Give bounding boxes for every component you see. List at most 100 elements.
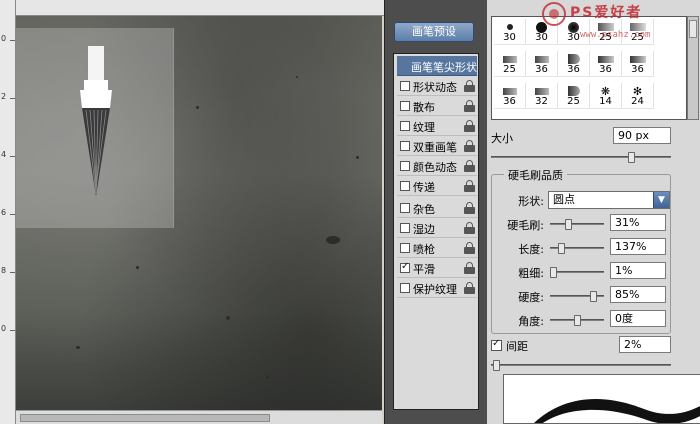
brush-tip-cell[interactable]: 36 <box>526 51 558 77</box>
watermark-text: PS爱好者 <box>570 5 643 21</box>
option-checkbox[interactable] <box>400 261 410 273</box>
brush-tip-cell[interactable]: 25 <box>558 83 590 109</box>
lock-icon[interactable] <box>464 202 475 214</box>
option-checkbox[interactable] <box>400 121 410 131</box>
option-protect-texture[interactable]: 保护纹理 <box>397 278 477 298</box>
slider-knob[interactable] <box>565 219 572 230</box>
option-shape-dynamics[interactable]: 形状动态 <box>397 76 477 96</box>
option-checkbox[interactable] <box>400 161 410 171</box>
shape-label: 形状: <box>518 195 544 208</box>
option-checkbox[interactable] <box>400 203 410 213</box>
lock-icon[interactable] <box>464 140 475 152</box>
option-checkbox[interactable] <box>400 141 410 151</box>
lock-icon[interactable] <box>464 180 475 192</box>
size-input[interactable]: 90 px <box>613 127 671 144</box>
bristle-tip-icon <box>502 87 517 95</box>
scrollbar-thumb[interactable] <box>20 414 270 422</box>
fan-brush-icon <box>567 54 580 64</box>
stroke-preview <box>503 374 700 424</box>
watermark-url: www.psahz.com <box>580 30 651 40</box>
option-brush-tip-shape[interactable]: 画笔笔尖形状 <box>397 56 477 76</box>
brush-options-list: 画笔笔尖形状 形状动态 散布 纹理 双重画笔 颜色动态 传递 杂色 湿边 喷枪 … <box>393 53 479 410</box>
option-checkbox[interactable] <box>400 243 410 253</box>
bristle-tip-icon <box>502 55 517 63</box>
brush-tip-cell[interactable]: 30 <box>494 19 526 45</box>
bristle-tip-icon <box>534 55 549 63</box>
spacing-slider[interactable] <box>491 360 671 371</box>
bristle-row-input[interactable]: 137% <box>610 238 666 255</box>
horizontal-scrollbar[interactable] <box>16 410 382 424</box>
option-checkbox[interactable] <box>400 223 410 233</box>
bristle-row-input[interactable]: 31% <box>610 214 666 231</box>
bristle-row-slider[interactable] <box>550 243 604 254</box>
option-label: 保护纹理 <box>413 283 457 296</box>
lock-icon[interactable] <box>464 282 475 294</box>
bristle-quality-group: 硬毛刷品质 形状: 圆点 ▼ 硬毛刷: 31% 长度: 137% 粗细: 1% 硬度: 85%… <box>491 167 671 334</box>
brush-panel: 画笔预设 画笔笔尖形状 形状动态 散布 纹理 双重画笔 颜色动态 传递 杂色 湿… <box>384 0 700 424</box>
brush-tip-cell[interactable]: 36 <box>590 51 622 77</box>
document-canvas[interactable] <box>16 16 382 410</box>
option-noise[interactable]: 杂色 <box>397 198 477 218</box>
chevron-down-icon[interactable]: ▼ <box>653 192 669 208</box>
site-watermark: PS爱好者 www.psahz.com <box>540 0 700 46</box>
option-label: 喷枪 <box>413 243 435 256</box>
option-smoothing[interactable]: 平滑 <box>397 258 477 278</box>
spacing-checkbox[interactable] <box>491 338 502 351</box>
spacing-input[interactable]: 2% <box>619 336 671 353</box>
option-label: 纹理 <box>413 121 435 134</box>
lock-icon[interactable] <box>464 160 475 172</box>
slider-knob[interactable] <box>628 152 635 163</box>
slider-knob[interactable] <box>493 360 500 371</box>
size-slider[interactable] <box>491 152 671 163</box>
bristle-row-slider[interactable] <box>550 291 604 302</box>
brush-tip-cell[interactable]: 36 <box>558 51 590 77</box>
option-label: 散布 <box>413 101 435 114</box>
scatter-grass-icon: ✻ <box>632 84 643 98</box>
bristle-row-input[interactable]: 1% <box>610 262 666 279</box>
scatter-leaf-icon: ❋ <box>600 84 611 98</box>
bristle-tip-icon <box>534 87 549 95</box>
bristle-row-input[interactable]: 85% <box>610 286 666 303</box>
option-wet-edges[interactable]: 湿边 <box>397 218 477 238</box>
option-scattering[interactable]: 散布 <box>397 96 477 116</box>
shape-value: 圆点 <box>553 193 575 206</box>
lock-icon[interactable] <box>464 222 475 234</box>
brush-tip-cell[interactable]: 32 <box>526 83 558 109</box>
slider-knob[interactable] <box>558 243 565 254</box>
option-transfer[interactable]: 传递 <box>397 176 477 196</box>
brush-presets-button[interactable]: 画笔预设 <box>394 22 474 42</box>
fan-brush-icon <box>567 86 580 96</box>
lock-icon[interactable] <box>464 262 475 274</box>
option-color-dynamics[interactable]: 颜色动态 <box>397 156 477 176</box>
option-dual-brush[interactable]: 双重画笔 <box>397 136 477 156</box>
bristle-row-slider[interactable] <box>550 315 604 326</box>
lock-icon[interactable] <box>464 80 475 92</box>
option-checkbox[interactable] <box>400 283 410 293</box>
option-checkbox[interactable] <box>400 101 410 111</box>
option-label: 湿边 <box>413 223 435 236</box>
option-checkbox[interactable] <box>400 81 410 91</box>
option-checkbox[interactable] <box>400 181 410 191</box>
option-texture[interactable]: 纹理 <box>397 116 477 136</box>
option-label: 平滑 <box>413 263 435 276</box>
bristle-row-slider[interactable] <box>550 219 604 230</box>
lock-icon[interactable] <box>464 242 475 254</box>
bristle-row-input[interactable]: 0度 <box>610 310 666 327</box>
brush-tip-cell[interactable]: 36 <box>494 83 526 109</box>
shape-dropdown[interactable]: 圆点 ▼ <box>548 191 670 209</box>
option-label: 颜色动态 <box>413 161 457 174</box>
brush-tip-cell[interactable]: ✻ 24 <box>622 83 654 109</box>
bristle-row-slider[interactable] <box>550 267 604 278</box>
brush-tip-cell[interactable]: ❋ 14 <box>590 83 622 109</box>
slider-knob[interactable] <box>550 267 557 278</box>
brush-tip-cell[interactable]: 25 <box>494 51 526 77</box>
lock-icon[interactable] <box>464 120 475 132</box>
lock-icon[interactable] <box>464 100 475 112</box>
group-title: 硬毛刷品质 <box>504 167 567 183</box>
slider-knob[interactable] <box>590 291 597 302</box>
brush-tip-cell[interactable]: 36 <box>622 51 654 77</box>
option-airbrush[interactable]: 喷枪 <box>397 238 477 258</box>
top-ruler <box>16 0 384 16</box>
slider-knob[interactable] <box>574 315 581 326</box>
option-label: 传递 <box>413 181 435 194</box>
